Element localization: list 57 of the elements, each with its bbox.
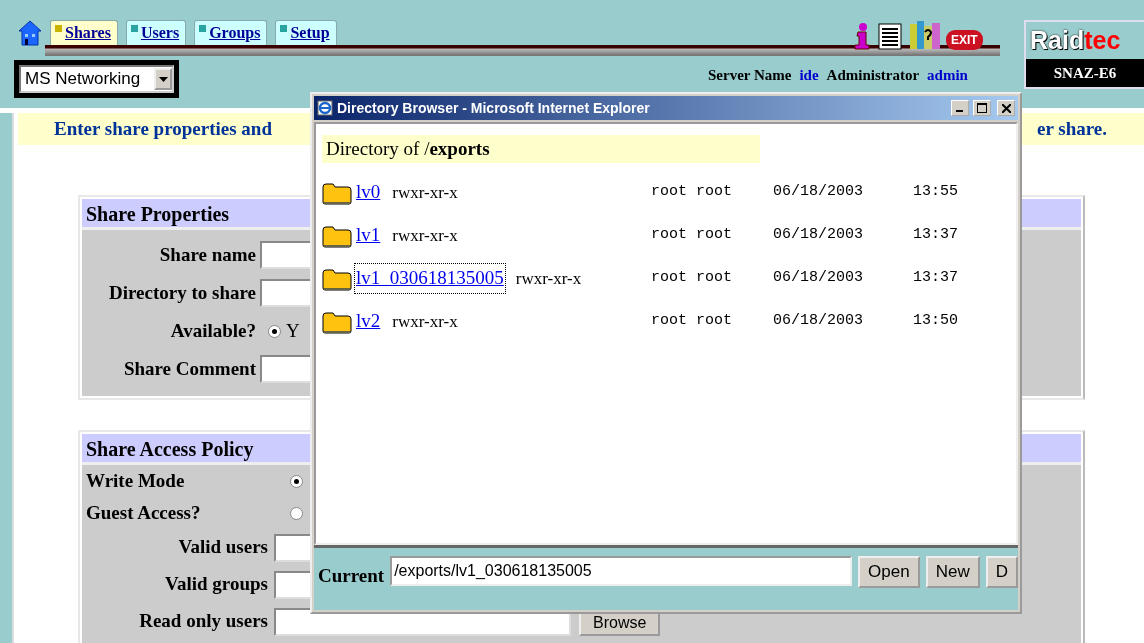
field-label: Valid users: [177, 535, 269, 560]
field-label: Write Mode: [85, 468, 186, 493]
exit-button[interactable]: EXIT: [946, 30, 983, 50]
dialog-button[interactable]: New: [925, 556, 980, 588]
option-label: Y: [286, 318, 300, 343]
date: 06/18/2003: [773, 268, 864, 289]
field-label: Available?: [169, 318, 257, 343]
browser-icon: [317, 100, 333, 116]
protocol-dropdown[interactable]: MS Networking: [19, 65, 174, 93]
dialog-button[interactable]: D: [985, 556, 1018, 588]
path-field[interactable]: /exports/lv1_030618135005: [390, 556, 853, 586]
current-label: Current: [318, 564, 385, 588]
field-label: Guest Access?: [85, 500, 202, 525]
field-label: Share Comment: [122, 356, 257, 381]
field-label: Share name: [158, 242, 257, 267]
permissions: rwxr-xr-x: [392, 310, 458, 333]
field-label: Valid groups: [164, 572, 269, 597]
folder-icon: [322, 309, 352, 334]
radio-button[interactable]: [290, 506, 303, 520]
time: 13:37: [913, 268, 959, 289]
books-icon[interactable]: [908, 20, 942, 50]
nav-tab[interactable]: Groups: [194, 20, 268, 46]
close-icon: [1001, 103, 1011, 113]
field-label: Directory to share: [107, 280, 257, 305]
permissions: rwxr-xr-x: [515, 267, 582, 290]
dialog-button[interactable]: Open: [858, 556, 920, 588]
folder-icon: [322, 223, 352, 248]
caret-icon: [158, 76, 168, 82]
user-name: admin: [927, 66, 968, 85]
radio-button[interactable]: [290, 474, 303, 488]
banner-text: er share.: [1037, 116, 1107, 141]
date: 06/18/2003: [773, 311, 864, 332]
model-name: SNAZ-E6: [1026, 58, 1144, 87]
document-icon[interactable]: [876, 22, 904, 50]
nav-tab[interactable]: Shares: [50, 20, 118, 46]
owner: root root: [651, 268, 733, 289]
minimize-button[interactable]: [951, 100, 969, 116]
folder-icon: [322, 180, 352, 205]
folder-link[interactable]: lv2: [355, 307, 382, 336]
home-icon[interactable]: [18, 20, 42, 46]
time: 13:50: [913, 311, 959, 332]
server-name: ide: [799, 66, 819, 85]
directory-heading: Directory of /exports: [322, 135, 760, 163]
maximize-button[interactable]: [973, 100, 991, 116]
radio-button[interactable]: [268, 324, 281, 338]
window-title: Directory Browser - Microsoft Internet Explorer: [337, 98, 651, 118]
role-label: Administrator: [826, 66, 920, 85]
server-label: Server Name: [708, 66, 792, 85]
banner-text: Enter share properties and: [54, 116, 272, 141]
field-label: Read only users: [138, 609, 269, 634]
nav-tab[interactable]: Users: [125, 20, 187, 46]
nav-tab[interactable]: Setup: [275, 20, 337, 46]
folder-icon: [322, 266, 352, 291]
folder-link[interactable]: lv1_030618135005: [355, 264, 505, 293]
close-button[interactable]: [997, 100, 1015, 116]
owner: root root: [651, 311, 733, 332]
maximize-icon: [977, 103, 987, 113]
